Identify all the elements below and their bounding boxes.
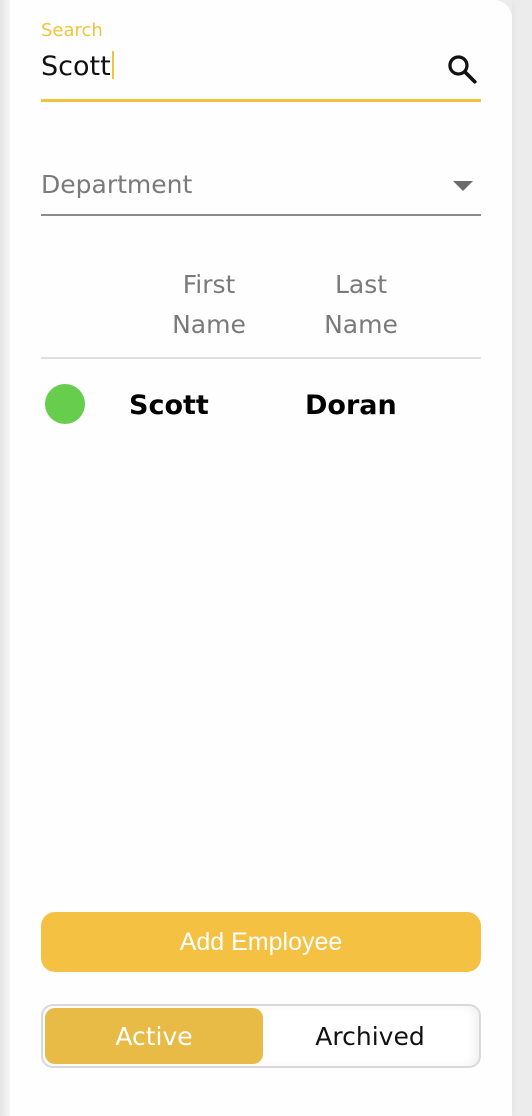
department-underline [41, 214, 481, 216]
search-input[interactable]: Scott [41, 51, 114, 82]
table-row[interactable]: Scott Doran [41, 380, 481, 436]
search-icon[interactable] [445, 52, 479, 86]
department-placeholder: Department [41, 170, 193, 199]
department-select[interactable]: Department [41, 160, 481, 216]
column-header-first-name[interactable]: First Name [139, 265, 279, 345]
text-caret [111, 51, 114, 79]
panel-corner [492, 0, 512, 20]
toggle-archived-option[interactable]: Archived [263, 1008, 477, 1064]
last-name-cell: Doran [305, 390, 397, 421]
first-name-cell: Scott [129, 390, 209, 421]
search-input-value: Scott [41, 51, 111, 82]
toggle-active-option[interactable]: Active [45, 1008, 263, 1064]
chevron-down-icon[interactable] [453, 181, 473, 191]
last-name-header-line1: Last [334, 270, 388, 299]
header-divider [41, 357, 481, 359]
employee-panel: Search Scott Department First Name Last … [0, 0, 512, 1116]
last-name-header-line2: Name [324, 310, 398, 339]
search-underline [41, 99, 481, 102]
active-archived-toggle: Active Archived [41, 1004, 481, 1068]
status-dot-icon [45, 384, 85, 424]
search-field[interactable]: Search Scott [41, 18, 481, 102]
column-header-last-name[interactable]: Last Name [291, 265, 431, 345]
search-label: Search [41, 20, 103, 41]
add-employee-button[interactable]: Add Employee [41, 912, 481, 972]
first-name-header-line1: First [182, 270, 236, 299]
first-name-header-line2: Name [172, 310, 246, 339]
